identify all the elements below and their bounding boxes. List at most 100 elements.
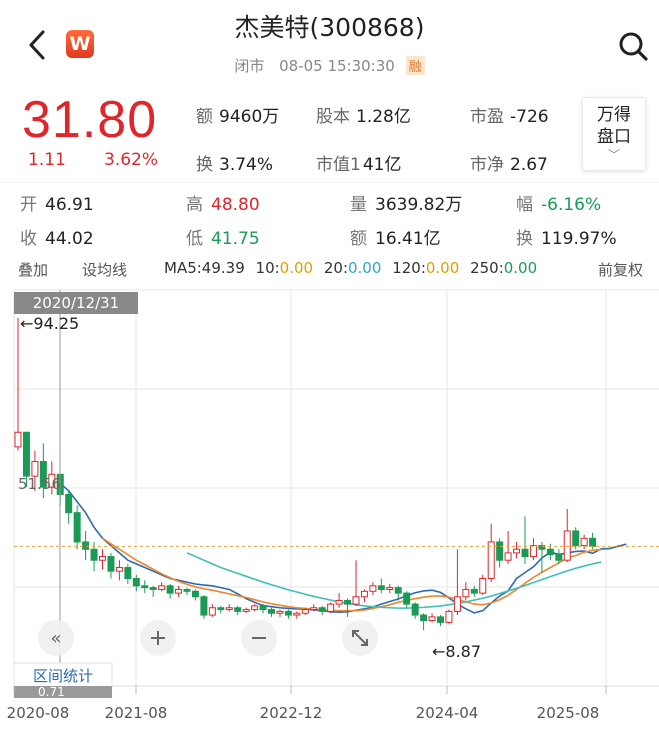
price-change-pct: 3.62% — [104, 150, 159, 170]
candle — [529, 538, 537, 561]
candle-body — [394, 587, 402, 594]
candle-body — [318, 607, 326, 612]
candle — [65, 490, 73, 524]
crosshair-date: 2020/12/31 — [33, 294, 119, 312]
candle-body — [360, 590, 368, 598]
candle — [251, 604, 259, 612]
candle — [208, 604, 216, 617]
candle-body — [132, 578, 140, 587]
candle-body — [31, 461, 39, 477]
candle-body — [445, 610, 453, 623]
kline-chart[interactable]: 2020/12/31 51.56 ←94.25 ←8.87 « 区间统计 0.7… — [0, 288, 659, 733]
candle — [158, 582, 166, 592]
candle-body — [310, 607, 318, 611]
stat-amount: 额 16.41亿 — [350, 229, 441, 249]
candle — [462, 582, 470, 601]
stat-turnover: 换 119.97% — [516, 229, 617, 249]
candle-body — [259, 605, 267, 611]
candle-body — [327, 603, 335, 612]
candle — [377, 578, 385, 594]
candle-body — [428, 616, 436, 622]
candle — [14, 318, 22, 451]
adjust-button[interactable]: 前复权 — [598, 259, 643, 280]
set-ma-button[interactable]: 设均线 — [82, 259, 127, 280]
candle — [563, 509, 571, 563]
search-icon[interactable] — [617, 30, 649, 62]
stat-high: 高 48.80 — [186, 195, 260, 215]
candle-body — [284, 610, 292, 616]
candle-body — [403, 592, 411, 605]
candle-body — [225, 607, 233, 611]
x-tick-label: 2021-08 — [105, 704, 168, 722]
candle — [234, 605, 242, 616]
candle-body — [124, 567, 132, 580]
candle — [82, 530, 90, 561]
divider — [0, 182, 659, 183]
candle — [217, 605, 225, 614]
candle — [453, 549, 461, 616]
candle — [268, 607, 275, 617]
crosshair-date-tag: 2020/12/31 — [14, 292, 138, 314]
candle-body — [479, 578, 487, 594]
candle-body — [191, 590, 199, 598]
candle-body — [183, 588, 191, 592]
candle — [420, 613, 428, 631]
candle-body — [293, 612, 301, 616]
market-status: 闭市 08-05 15:30:30 融 — [0, 55, 659, 76]
candle — [124, 563, 132, 584]
candle-body — [462, 588, 470, 598]
candle-body — [217, 607, 225, 611]
orderbook-label-2: 盘口 — [597, 127, 631, 147]
candle-body — [386, 587, 394, 590]
x-tick-label: 2022-12 — [260, 704, 323, 722]
grid — [13, 289, 659, 687]
candle-body — [251, 605, 259, 611]
candle-body — [115, 567, 123, 572]
range-stats-button[interactable]: 区间统计 — [13, 662, 113, 688]
candle-body — [242, 609, 250, 612]
candle — [141, 580, 149, 594]
candle-body — [158, 585, 166, 590]
candle-body — [99, 556, 106, 561]
max-annotation: ←94.25 — [20, 314, 79, 333]
double-chevron-left-icon: « — [50, 628, 61, 649]
candle-body — [470, 588, 478, 594]
candle-body — [529, 545, 537, 558]
x-tick-label: 2024-04 — [416, 704, 479, 722]
candle-body — [175, 588, 183, 594]
candle-body — [437, 616, 444, 623]
candle-body — [344, 599, 352, 605]
candle-body — [453, 596, 461, 612]
candle-body — [572, 530, 580, 547]
candle — [276, 609, 284, 617]
candle-body — [377, 585, 385, 590]
quote-amount: 额 9460万 — [196, 107, 280, 127]
ma10-value: 0.00 — [279, 259, 314, 277]
candle — [115, 560, 123, 581]
scroll-left-button[interactable]: « — [38, 620, 74, 656]
candle — [200, 594, 208, 619]
stat-open: 开 46.91 — [20, 195, 94, 215]
market-status-text: 闭市 — [234, 57, 265, 75]
zoom-out-button[interactable] — [241, 620, 277, 656]
candle-body — [487, 541, 495, 580]
ma250-value: 0.00 — [503, 259, 538, 277]
chevron-down-icon: ﹀ — [607, 148, 620, 162]
fullscreen-button[interactable] — [342, 620, 378, 656]
candle-body — [14, 431, 22, 448]
candle-body — [166, 585, 174, 594]
margin-badge: 融 — [405, 56, 425, 75]
wind-orderbook-button[interactable]: 万得 盘口 ﹀ — [582, 97, 646, 171]
candle-body — [82, 541, 90, 550]
candle-body — [301, 609, 309, 614]
candle-body — [234, 607, 242, 612]
zoom-in-button[interactable] — [140, 620, 176, 656]
overlay-button[interactable]: 叠加 — [18, 259, 48, 280]
candle — [166, 583, 174, 599]
quote-turnover: 换 3.74% — [196, 155, 274, 175]
candle-body — [521, 548, 529, 558]
candle — [73, 505, 81, 550]
candle — [428, 613, 436, 623]
candle — [437, 615, 444, 627]
candle — [369, 582, 377, 595]
